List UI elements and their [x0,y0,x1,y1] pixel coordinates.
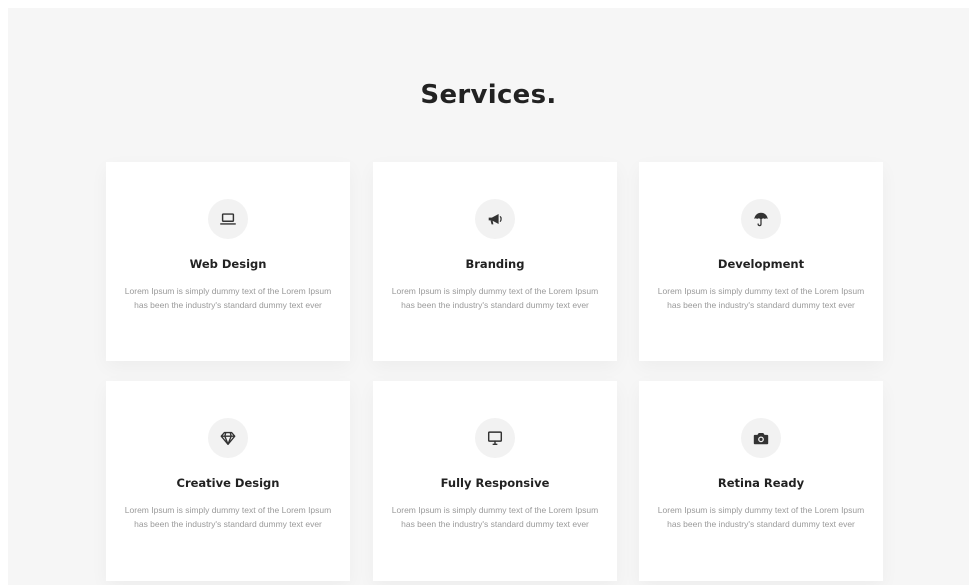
section-title: Services. [420,80,557,110]
service-icon-circle [208,199,248,239]
laptop-icon [220,213,236,225]
service-icon-circle [208,418,248,458]
service-title: Development [717,257,805,271]
camera-icon [753,433,769,445]
service-card-fully-responsive[interactable]: Fully Responsive Lorem Ipsum is simply d… [373,381,617,581]
service-card-development[interactable]: Development Lorem Ipsum is simply dummy … [639,162,883,361]
megaphone-icon [488,214,502,225]
service-title: Creative Design [176,476,280,490]
service-icon-circle [741,199,781,239]
service-description: Lorem Ipsum is simply dummy text of the … [391,286,599,310]
diamond-icon [220,431,236,445]
service-card-retina-ready[interactable]: Retina Ready Lorem Ipsum is simply dummy… [639,381,883,581]
service-card-branding[interactable]: Branding Lorem Ipsum is simply dummy tex… [373,162,617,361]
service-icon-circle [475,199,515,239]
service-description: Lorem Ipsum is simply dummy text of the … [124,286,332,310]
services-grid: Web Design Lorem Ipsum is simply dummy t… [106,162,884,585]
service-icon-circle [741,418,781,458]
service-title: Retina Ready [717,476,805,490]
monitor-icon [487,431,503,446]
service-icon-circle [475,418,515,458]
service-card-web-design[interactable]: Web Design Lorem Ipsum is simply dummy t… [106,162,350,361]
service-title: Web Design [189,257,267,271]
service-description: Lorem Ipsum is simply dummy text of the … [124,505,332,529]
service-title: Fully Responsive [440,476,550,490]
service-description: Lorem Ipsum is simply dummy text of the … [657,286,865,310]
service-description: Lorem Ipsum is simply dummy text of the … [391,505,599,529]
service-description: Lorem Ipsum is simply dummy text of the … [657,505,865,529]
service-title: Branding [465,257,525,271]
services-section: Services. Web Design Lorem Ipsum is simp… [8,8,969,585]
umbrella-icon [754,212,768,227]
service-card-creative-design[interactable]: Creative Design Lorem Ipsum is simply du… [106,381,350,581]
